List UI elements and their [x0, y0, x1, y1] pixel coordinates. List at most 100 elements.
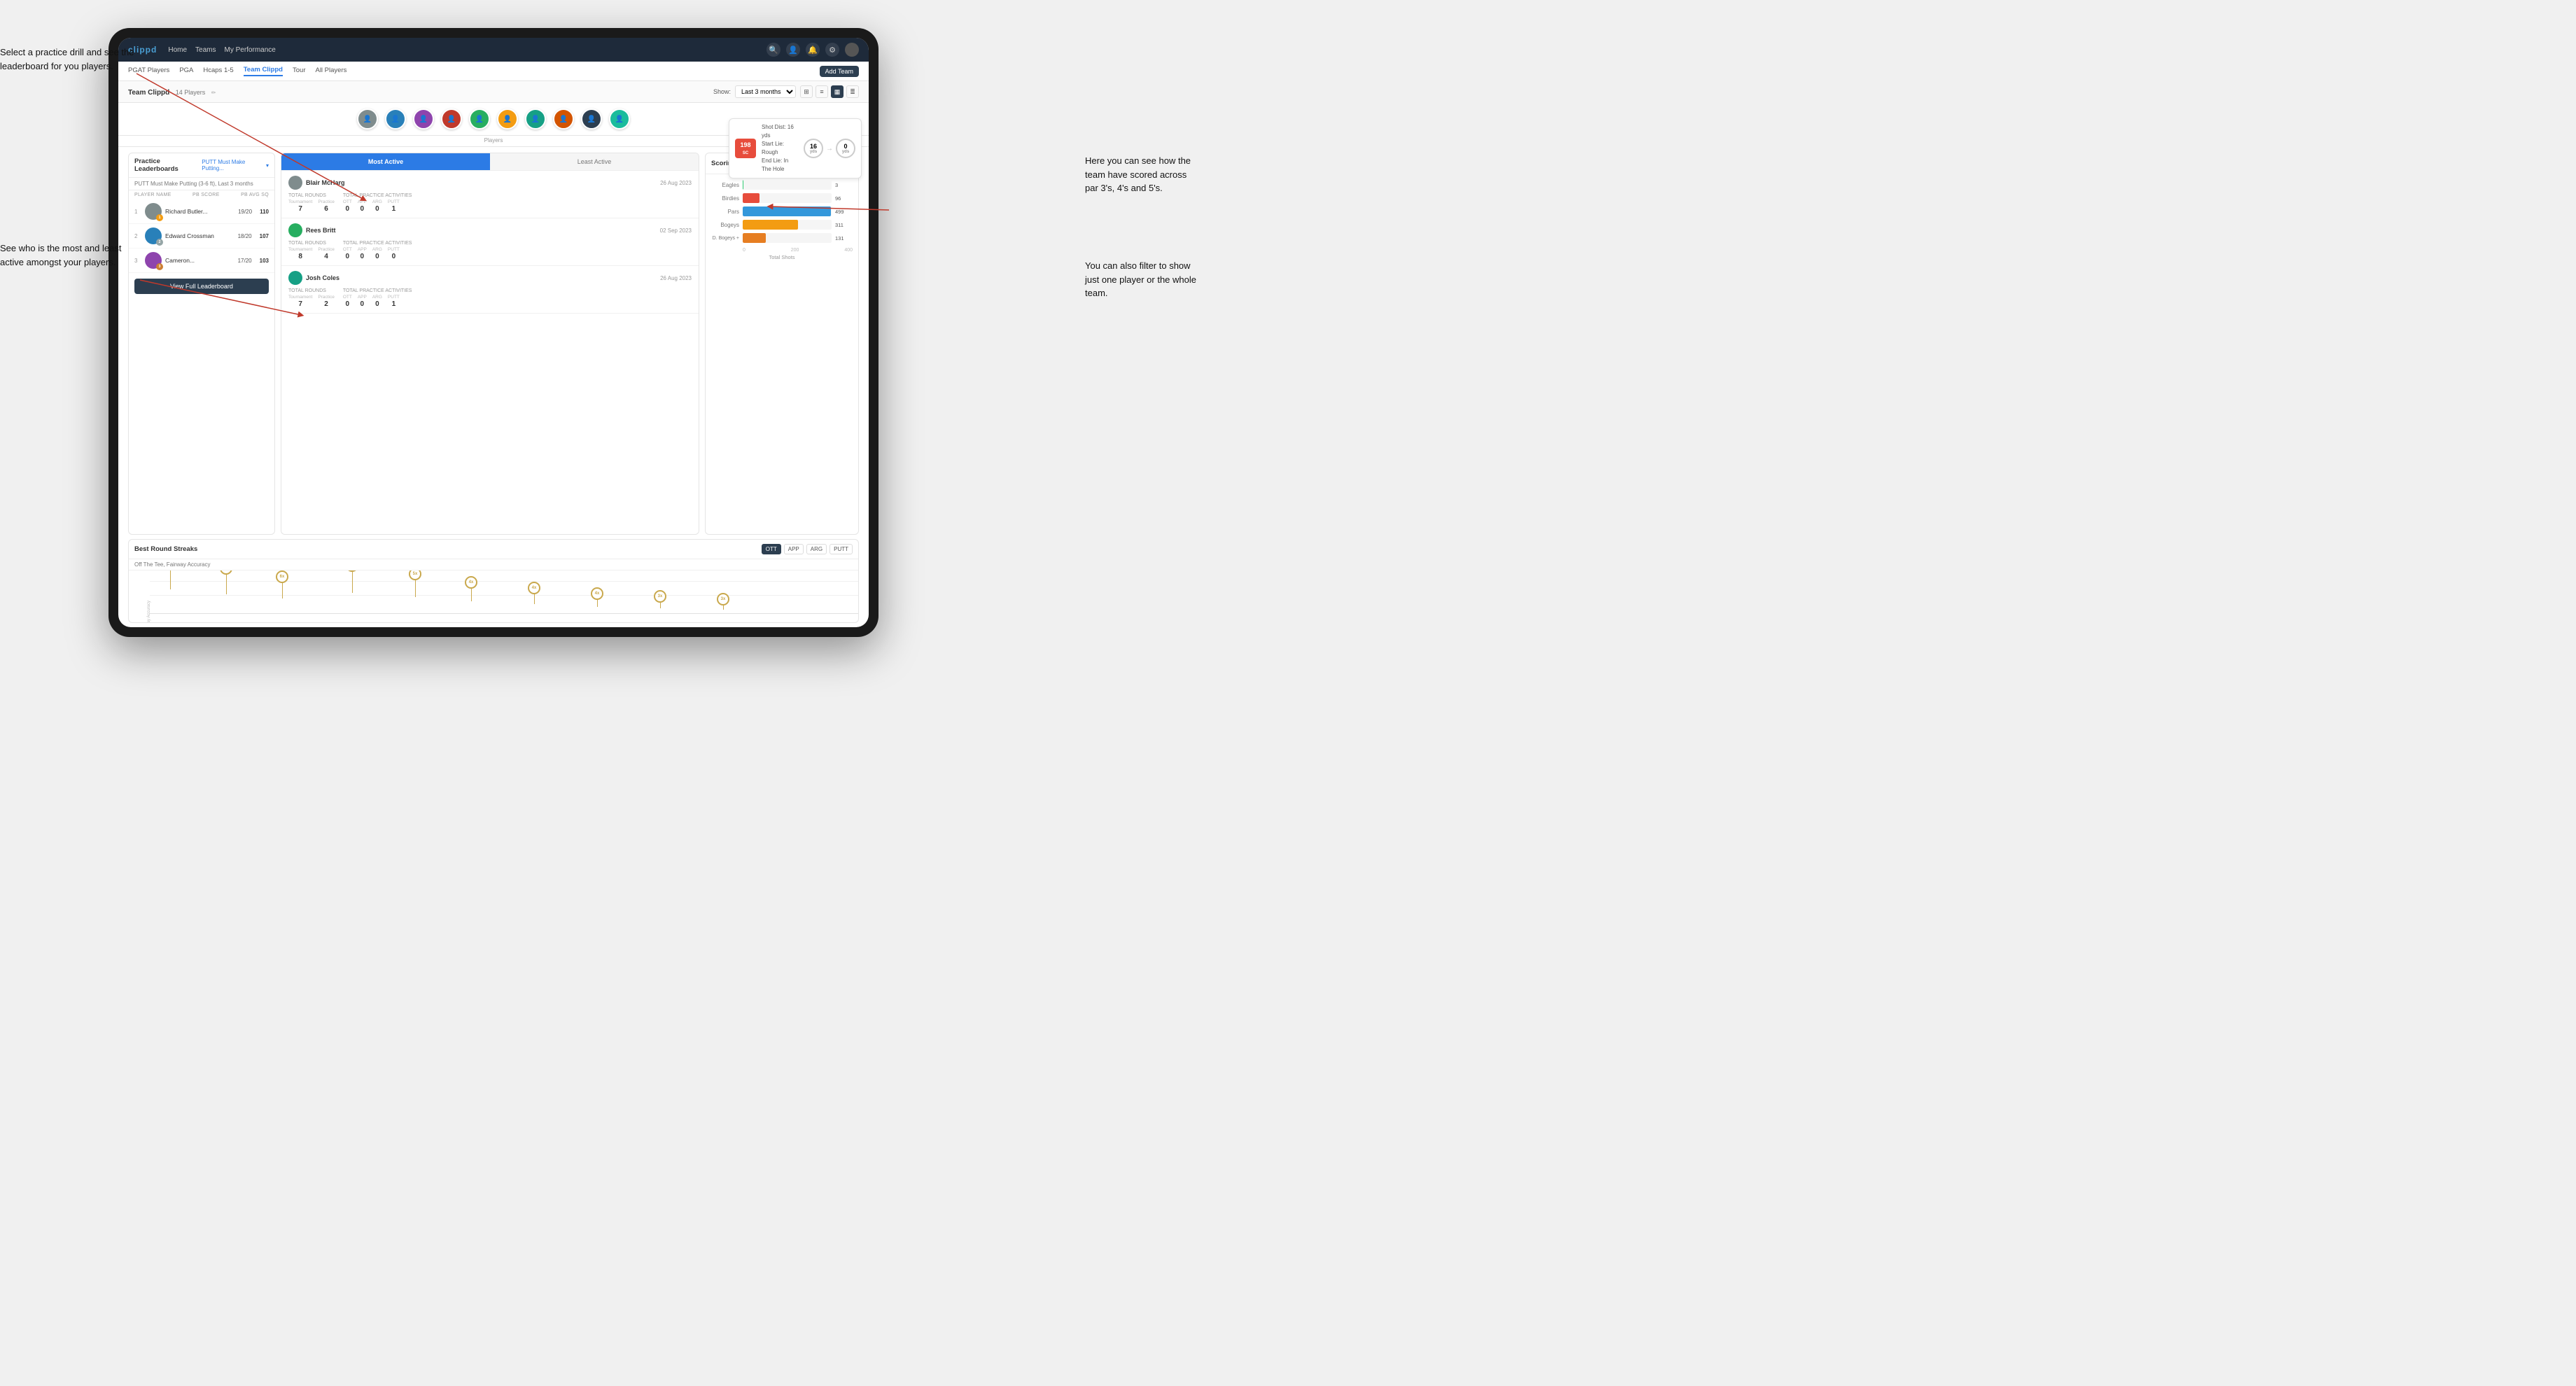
- tab-app[interactable]: APP: [784, 544, 804, 554]
- streak-point-5: 5x: [409, 584, 421, 614]
- team-count: 14 Players: [176, 89, 206, 96]
- tab-arg[interactable]: ARG: [806, 544, 827, 554]
- table-row[interactable]: 2 2 Edward Crossman 18/20 107: [129, 224, 274, 248]
- practice-leaderboards-panel: Practice Leaderboards PUTT Must Make Put…: [128, 153, 275, 535]
- pac-player-1: Blair McHarg: [288, 176, 345, 190]
- user-avatar[interactable]: [845, 43, 859, 57]
- x-label-0: 0: [743, 248, 746, 253]
- streak-stem-7: [534, 594, 535, 604]
- people-icon[interactable]: 👤: [786, 43, 800, 57]
- player-avatar-9[interactable]: 👤: [581, 108, 602, 130]
- streaks-chart: % Fairway Accuracy 7x 6x: [129, 570, 858, 623]
- practice-dropdown[interactable]: PUTT Must Make Putting... ▾: [202, 159, 269, 172]
- streak-bubble-10: 3x: [717, 593, 729, 606]
- nav-pga[interactable]: PGA: [179, 66, 193, 76]
- tab-putt[interactable]: PUTT: [830, 544, 853, 554]
- bogeys-bar-container: [743, 220, 832, 230]
- streak-point-1: 7x: [164, 577, 176, 614]
- streak-stem-6: [471, 589, 472, 601]
- practice-activities-group-2: Total Practice Activities OTT 0 APP 0: [343, 241, 412, 260]
- chart-row-birdies: Birdies 96: [711, 193, 853, 203]
- pac-stats-1: Total Rounds Tournament 7 Practice 6: [288, 193, 692, 213]
- settings-icon[interactable]: ⚙: [825, 43, 839, 57]
- nav-teams[interactable]: Teams: [195, 46, 216, 54]
- player-avatar-6[interactable]: 👤: [497, 108, 518, 130]
- player-avatar-2[interactable]: 👤: [385, 108, 406, 130]
- streaks-section: Best Round Streaks OTT APP ARG PUTT Off …: [118, 535, 869, 627]
- baseline: [150, 613, 858, 614]
- streak-bubble-7: 4x: [528, 582, 540, 594]
- bell-icon[interactable]: 🔔: [806, 43, 820, 57]
- player-avatar-10[interactable]: 👤: [609, 108, 630, 130]
- active-panel-header: Most Active Least Active: [281, 153, 699, 171]
- streaks-subtitle: Off The Tee, Fairway Accuracy: [129, 559, 858, 570]
- double-bogeys-value: 131: [835, 235, 853, 241]
- table-row[interactable]: 1 1 Richard Butler... 19/20 110: [129, 200, 274, 224]
- tab-most-active[interactable]: Most Active: [281, 153, 490, 170]
- streaks-title: Best Round Streaks: [134, 545, 197, 553]
- list-item: Rees Britt 02 Sep 2023 Total Rounds Tour…: [281, 218, 699, 266]
- view-full-leaderboard-button[interactable]: View Full Leaderboard: [134, 279, 269, 294]
- end-lie: End Lie: In The Hole: [762, 157, 798, 174]
- scoring-panel: Scoring Par 3, 4 & 5s Par 3s Par 4s Par …: [705, 153, 859, 535]
- period-select[interactable]: Last 3 months Last 6 months Last year: [735, 85, 796, 98]
- total-rounds-group-2: Total Rounds Tournament 8 Practice 4: [288, 241, 335, 260]
- player-avatar-3[interactable]: 👤: [413, 108, 434, 130]
- pac-player-3: Josh Coles: [288, 271, 340, 285]
- streak-stem-10: [723, 606, 724, 610]
- panels-row: Practice Leaderboards PUTT Must Make Put…: [118, 147, 869, 535]
- streak-stem-9: [660, 603, 661, 608]
- nav-home[interactable]: Home: [168, 46, 187, 54]
- nav-hcaps[interactable]: Hcaps 1-5: [203, 66, 233, 76]
- birdies-bar-container: [743, 193, 832, 203]
- nav-all-players[interactable]: All Players: [315, 66, 346, 76]
- nav-links: Home Teams My Performance: [168, 46, 755, 54]
- list-item: Josh Coles 26 Aug 2023 Total Rounds Tour…: [281, 266, 699, 314]
- secondary-navigation: PGAT Players PGA Hcaps 1-5 Team Clippd T…: [118, 62, 869, 81]
- birdies-bar: [743, 193, 760, 203]
- grid-view-icon[interactable]: ⊞: [800, 85, 813, 98]
- double-bogeys-bar-container: [743, 233, 832, 243]
- show-filter: Show: Last 3 months Last 6 months Last y…: [713, 85, 859, 98]
- list-view-icon[interactable]: ≡: [816, 85, 828, 98]
- birdies-label: Birdies: [711, 195, 739, 202]
- tablet-frame: clippd Home Teams My Performance 🔍 👤 🔔 ⚙…: [108, 28, 878, 637]
- search-icon[interactable]: 🔍: [766, 43, 780, 57]
- team-info: Team Clippd 14 Players ✏: [128, 85, 216, 98]
- tab-ott[interactable]: OTT: [762, 544, 781, 554]
- player-avatar-4[interactable]: 👤: [441, 108, 462, 130]
- player-avatar-7[interactable]: 👤: [525, 108, 546, 130]
- pars-value: 499: [835, 209, 853, 215]
- lb-name-2: Edward Crossman: [165, 232, 234, 239]
- lb-name-3: Cameron...: [165, 257, 234, 264]
- card-view-icon[interactable]: ▦: [831, 85, 844, 98]
- player-avatar-5[interactable]: 👤: [469, 108, 490, 130]
- streak-point-6: 4x: [465, 589, 477, 614]
- streak-point-4: 5x: [346, 580, 358, 614]
- edit-icon[interactable]: ✏: [211, 90, 216, 96]
- pars-label: Pars: [711, 209, 739, 215]
- view-icons: ⊞ ≡ ▦ ≣: [800, 85, 859, 98]
- streak-bubble-9: 3x: [654, 590, 666, 603]
- shot-circle-2: 0 yds: [836, 139, 855, 158]
- shot-dist: Shot Dist: 16 yds: [762, 123, 798, 140]
- pac-name-2: Rees Britt: [306, 227, 336, 234]
- pac-name-3: Josh Coles: [306, 274, 340, 281]
- most-active-panel: Most Active Least Active Blair McHarg 26…: [281, 153, 699, 535]
- nav-team-clippd[interactable]: Team Clippd: [244, 66, 283, 76]
- total-rounds-group: Total Rounds Tournament 7 Practice 6: [288, 193, 335, 213]
- lb-rank-1: 1: [134, 209, 141, 215]
- add-team-button[interactable]: Add Team: [820, 66, 859, 77]
- player-avatar-1[interactable]: 👤: [357, 108, 378, 130]
- tab-least-active[interactable]: Least Active: [490, 153, 699, 170]
- streak-point-3: 6x: [276, 586, 288, 614]
- nav-tour[interactable]: Tour: [293, 66, 305, 76]
- streak-point-10: 3x: [717, 597, 729, 614]
- detail-view-icon[interactable]: ≣: [846, 85, 859, 98]
- streak-bubble-5: 5x: [409, 570, 421, 580]
- list-item: Blair McHarg 26 Aug 2023 Total Rounds To…: [281, 171, 699, 218]
- pac-avatar-3: [288, 271, 302, 285]
- table-row[interactable]: 3 3 Cameron... 17/20 103: [129, 248, 274, 273]
- nav-my-performance[interactable]: My Performance: [224, 46, 275, 54]
- player-avatar-8[interactable]: 👤: [553, 108, 574, 130]
